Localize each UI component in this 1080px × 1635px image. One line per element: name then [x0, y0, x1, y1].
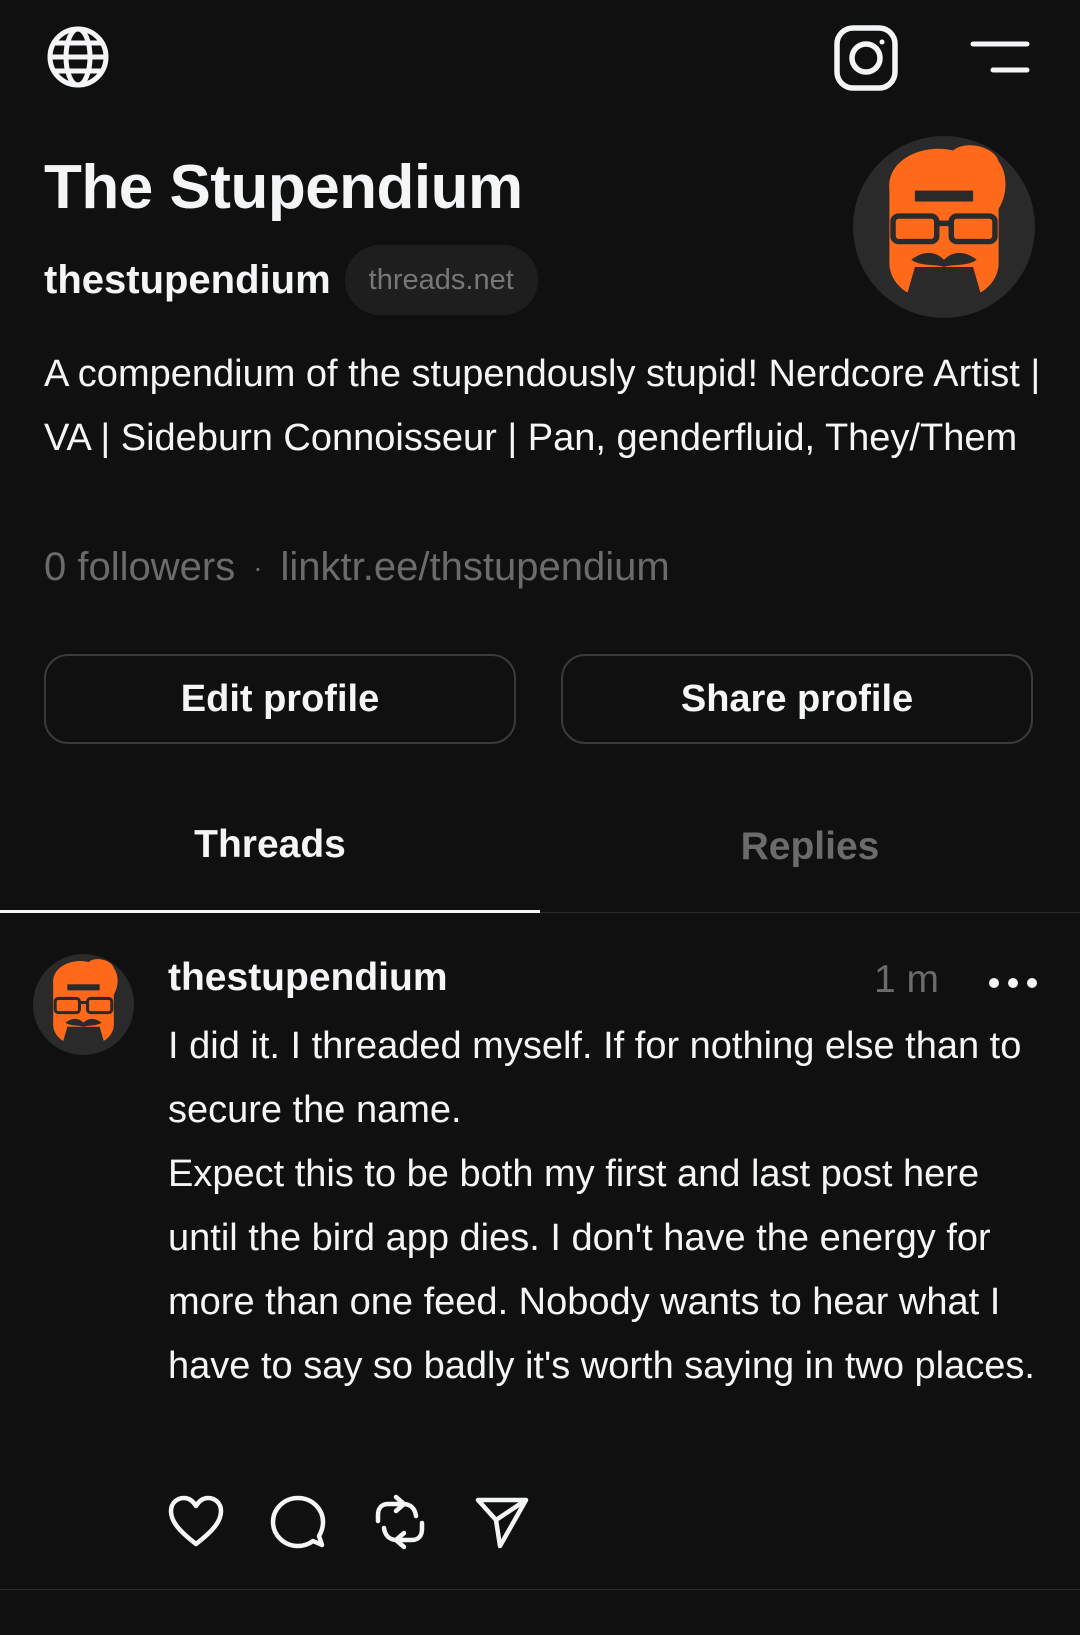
edit-profile-button[interactable]: Edit profile — [44, 654, 516, 744]
profile-handle: thestupendium — [44, 257, 331, 302]
send-icon[interactable] — [474, 1494, 530, 1550]
profile-link[interactable]: linktr.ee/thstupendium — [281, 545, 670, 590]
avatar[interactable] — [853, 136, 1035, 318]
repost-icon[interactable] — [372, 1494, 428, 1550]
menu-icon[interactable] — [970, 38, 1030, 78]
tab-replies[interactable]: Replies — [540, 780, 1080, 913]
avatar-logo-icon — [53, 959, 118, 1041]
handle-row: thestupendium threads.net — [44, 244, 538, 316]
domain-badge[interactable]: threads.net — [344, 245, 538, 315]
followers-count[interactable]: 0 followers — [44, 545, 235, 590]
profile-display-name: The Stupendium — [44, 153, 523, 222]
post-username[interactable]: thestupendium — [168, 956, 448, 1000]
profile-bio: A compendium of the stupendously stupid!… — [44, 353, 1041, 459]
more-options-icon[interactable] — [988, 970, 1038, 996]
post-body: I did it. I threaded myself. If for noth… — [168, 1014, 1048, 1398]
post-timestamp: 1 m — [874, 958, 940, 1001]
avatar-logo-icon — [889, 145, 1006, 293]
thread-post: thestupendium 1 m I did it. I threaded m… — [0, 914, 1080, 1590]
profile-meta: 0 followers · linktr.ee/thstupendium — [44, 545, 670, 590]
share-profile-button[interactable]: Share profile — [561, 654, 1033, 744]
post-paragraph: Expect this to be both my first and last… — [168, 1153, 1035, 1387]
tab-threads[interactable]: Threads — [0, 780, 540, 913]
post-paragraph: I did it. I threaded myself. If for noth… — [168, 1025, 1022, 1131]
post-actions — [168, 1494, 530, 1550]
profile-tabs: Threads Replies — [0, 780, 1080, 913]
globe-icon[interactable] — [46, 25, 110, 89]
top-bar — [0, 0, 1080, 115]
meta-separator: · — [253, 551, 263, 583]
comment-icon[interactable] — [270, 1494, 326, 1550]
post-avatar[interactable] — [33, 954, 134, 1055]
instagram-icon[interactable] — [834, 25, 898, 91]
heart-icon[interactable] — [168, 1494, 224, 1550]
